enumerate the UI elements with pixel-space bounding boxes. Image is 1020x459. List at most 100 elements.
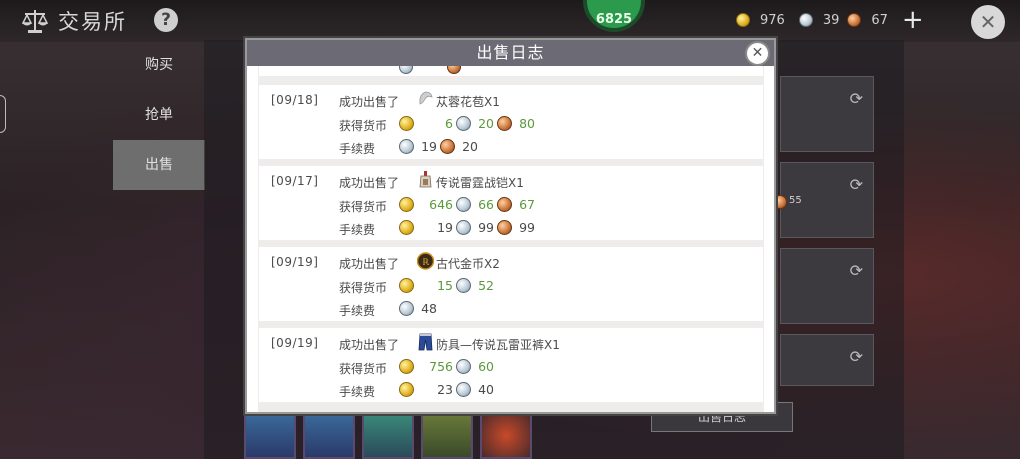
- log-entry: [09/18] 成功出售了 苁蓉花苞X1 获得货币 6 20 80 手续费 19…: [259, 85, 763, 159]
- gain-silver: 20: [478, 116, 494, 131]
- silver-coin-icon: [456, 116, 471, 131]
- scale-icon: [21, 10, 49, 33]
- fee-gold: 19: [437, 220, 453, 235]
- inventory-slot[interactable]: [480, 412, 532, 459]
- side-drawer-handle[interactable]: [0, 95, 6, 133]
- item-name: 古代金币X2: [436, 257, 500, 271]
- modal-close-button[interactable]: ✕: [745, 41, 770, 66]
- inventory-slot[interactable]: [244, 412, 296, 459]
- card-copper-value: 55: [789, 195, 802, 206]
- gain-silver: 52: [478, 278, 494, 293]
- gain-label: 获得货币: [339, 281, 388, 295]
- gold-coin-icon: [399, 359, 414, 374]
- log-list[interactable]: [09/18] 成功出售了 苁蓉花苞X1 获得货币 6 20 80 手续费 19…: [258, 66, 764, 412]
- gain-label: 获得货币: [339, 362, 388, 376]
- close-icon: ✕: [751, 45, 764, 61]
- copper-coin-icon: [447, 66, 461, 74]
- flower-icon: [419, 91, 433, 105]
- fee-amounts: 19 20: [399, 139, 481, 154]
- gain-amounts: 15 52: [399, 278, 497, 293]
- nav-item-grab-order[interactable]: 抢单: [113, 90, 205, 140]
- gold-coin-icon: [736, 13, 750, 27]
- silver-coin-icon: [456, 220, 471, 235]
- sold-label: 成功出售了: [339, 257, 400, 271]
- gain-silver: 60: [478, 359, 494, 374]
- ancient-coin-icon: ℝ: [417, 252, 434, 270]
- armor-icon: [419, 171, 432, 188]
- silver-coin-icon: [399, 301, 414, 316]
- side-nav: 购买 抢单 出售: [113, 40, 205, 190]
- gain-copper: 80: [519, 116, 535, 131]
- entry-date: [09/17]: [271, 174, 319, 188]
- refresh-icon[interactable]: ⟳: [850, 175, 863, 194]
- copper-coin-icon: [497, 116, 512, 131]
- silver-coin-icon: [456, 359, 471, 374]
- fee-label: 手续费: [339, 142, 376, 156]
- gold-coin-icon: [399, 220, 414, 235]
- inventory-slot[interactable]: [362, 412, 414, 459]
- add-currency-button[interactable]: +: [902, 7, 924, 33]
- entry-date: [09/19]: [271, 336, 319, 350]
- silver-amount: 39: [822, 12, 840, 28]
- pants-icon: [418, 333, 433, 351]
- copper-amount: 67: [871, 12, 888, 28]
- refresh-icon[interactable]: ⟳: [850, 347, 863, 366]
- gain-gold: 6: [445, 116, 453, 131]
- nav-item-sell[interactable]: 出售: [113, 140, 205, 190]
- gain-gold: 756: [429, 359, 453, 374]
- gain-gold: 15: [437, 278, 453, 293]
- log-entry: [09/17] 成功出售了 传说雷霆战铠X1 获得货币 646 66 67 手续…: [259, 166, 763, 240]
- inventory-slot[interactable]: [421, 412, 473, 459]
- close-icon: ✕: [979, 10, 997, 34]
- listing-card[interactable]: ⟳: [780, 334, 874, 386]
- fee-silver: 40: [478, 382, 494, 397]
- refresh-icon[interactable]: ⟳: [850, 89, 863, 108]
- silver-coin-icon: [456, 278, 471, 293]
- gain-silver: 66: [478, 197, 494, 212]
- log-entry: [09/19] 成功出售了 ℝ 古代金币X2 获得货币 15 52 手续费 48: [259, 247, 763, 321]
- sold-label: 成功出售了: [339, 95, 400, 109]
- fee-silver: 48: [421, 301, 437, 316]
- gold-amount: 976: [760, 12, 785, 28]
- fee-copper: 99: [519, 220, 535, 235]
- entry-date: [09/18]: [271, 93, 319, 107]
- help-button[interactable]: ?: [154, 8, 178, 32]
- app-title: 交易所: [58, 10, 127, 34]
- sold-label: 成功出售了: [339, 338, 400, 352]
- title-area: 交易所: [20, 6, 127, 36]
- gold-coin-icon: [399, 278, 414, 293]
- copper-coin-icon: [847, 13, 862, 27]
- silver-coin-icon: [399, 66, 413, 74]
- gain-label: 获得货币: [339, 200, 388, 214]
- copper-coin-icon: [440, 139, 455, 154]
- gain-amounts: 646 66 67: [399, 197, 538, 212]
- listing-card[interactable]: ⟳: [780, 76, 874, 152]
- copper-coin-icon: [497, 220, 512, 235]
- gold-coin-icon: [399, 382, 414, 397]
- svg-text:ℝ: ℝ: [422, 258, 430, 268]
- item-name: 苁蓉花苞X1: [436, 95, 500, 109]
- nav-item-buy[interactable]: 购买: [113, 40, 205, 90]
- silver-coin-icon: [456, 197, 471, 212]
- fee-silver: 99: [478, 220, 494, 235]
- item-name: 传说雷霆战铠X1: [436, 176, 524, 190]
- fee-amounts: 48: [399, 301, 440, 316]
- silver-coin-icon: [456, 382, 471, 397]
- fee-copper: 20: [462, 139, 478, 154]
- gain-amounts: 756 60: [399, 359, 497, 374]
- gain-amounts: 6 20 80: [399, 116, 538, 131]
- silver-coin-icon: [798, 13, 813, 27]
- currency-bar: 976 39 67 +: [736, 7, 924, 33]
- inventory-slot[interactable]: [303, 412, 355, 459]
- gain-copper: 67: [519, 197, 535, 212]
- silver-coin-icon: [399, 139, 414, 154]
- log-entry: [09/19] 成功出售了 防具—传说瓦雷亚裤X1 获得货币 756 60 手续…: [259, 328, 763, 402]
- fee-label: 手续费: [339, 385, 376, 399]
- fee-gold: 23: [437, 382, 453, 397]
- copper-coin-icon: [497, 197, 512, 212]
- refresh-icon[interactable]: ⟳: [850, 261, 863, 280]
- close-exchange-button[interactable]: ✕: [971, 5, 1005, 39]
- modal-title: 出售日志: [247, 40, 774, 66]
- listing-card[interactable]: ⟳: [780, 248, 874, 324]
- listing-card[interactable]: ⟳ 55: [773, 162, 874, 238]
